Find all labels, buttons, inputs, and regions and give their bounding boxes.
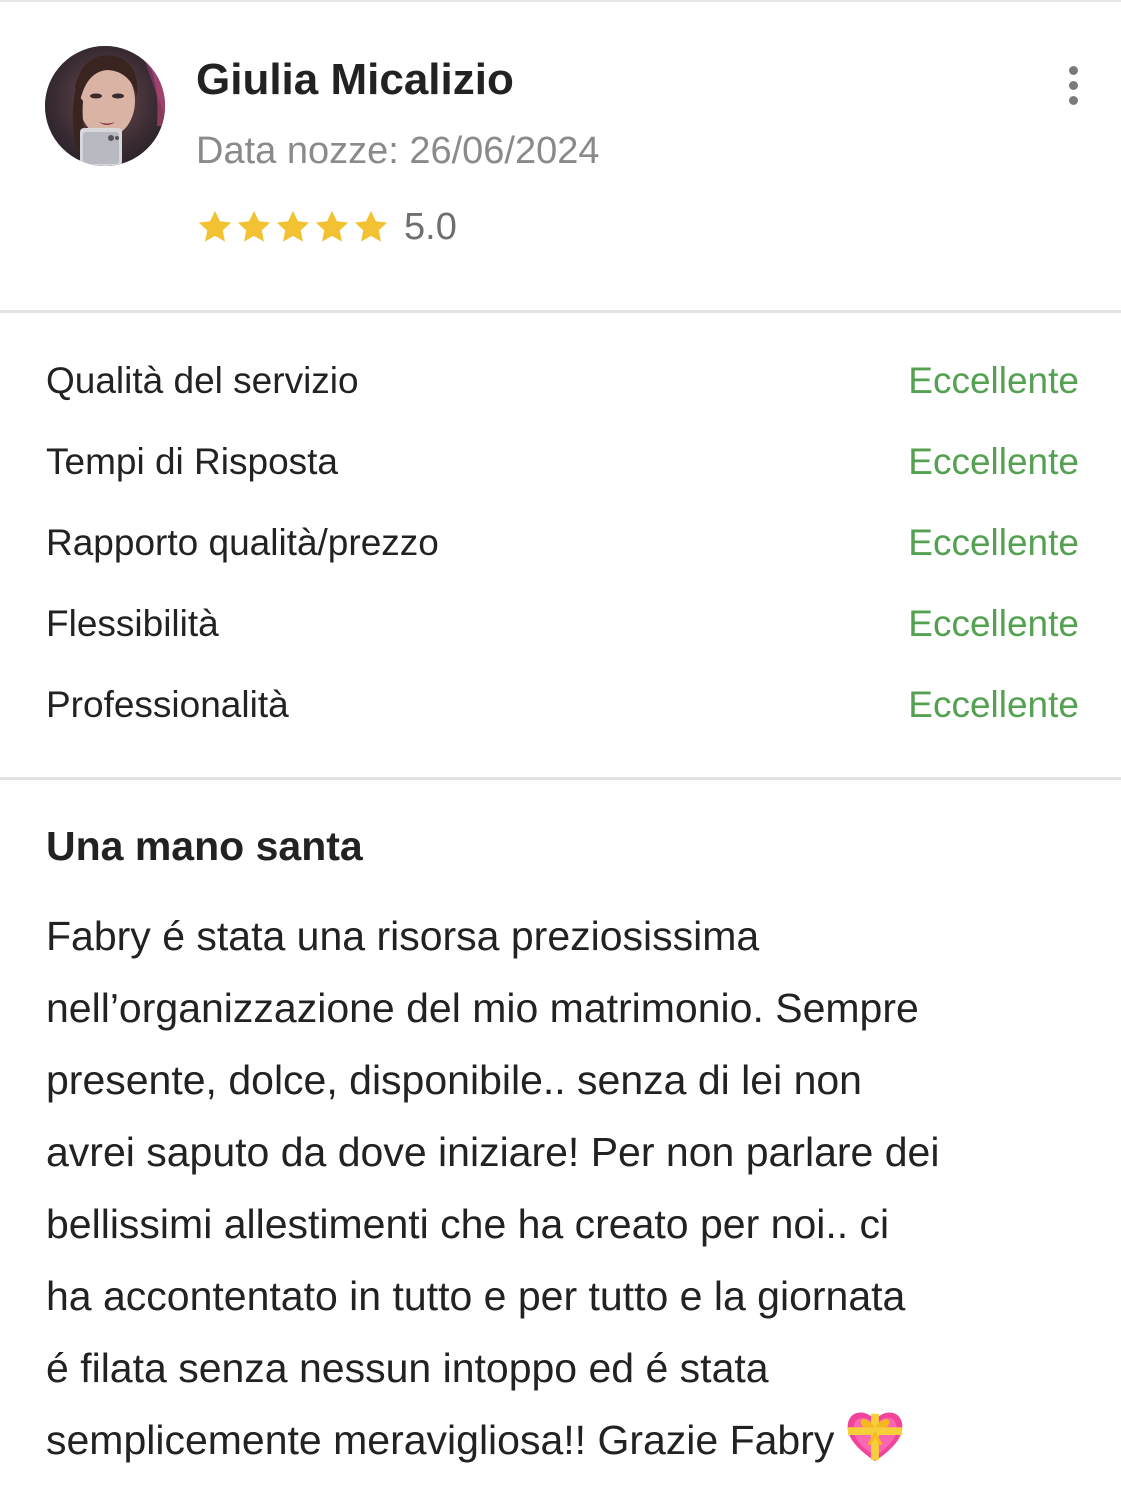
review-line-text: é filata senza nessun intoppo ed é stata — [46, 1345, 769, 1391]
rating-score: Eccellente — [908, 684, 1079, 725]
review-line: bellissimi allestimenti che ha creato pe… — [46, 1188, 1081, 1260]
rating-row: Flessibilità Eccellente — [46, 595, 1079, 676]
more-options-button[interactable] — [1058, 64, 1090, 110]
review-header: Giulia Micalizio Data nozze: 26/06/2024 … — [0, 0, 1121, 312]
review-title: Una mano santa — [46, 823, 363, 869]
rating-label: Tempi di Risposta — [46, 441, 339, 482]
star-icon — [237, 210, 271, 242]
rating-row: Tempi di Risposta Eccellente — [46, 433, 1079, 514]
rating-score: Eccellente — [908, 441, 1079, 482]
review-line-text: semplicemente meravigliosa!! Grazie Fabr… — [46, 1417, 835, 1463]
overall-rating: 5.0 — [196, 203, 457, 251]
rating-row: Rapporto qualità/prezzo Eccellente — [46, 514, 1079, 595]
vertical-ellipsis-icon — [1069, 81, 1078, 90]
section-divider — [0, 777, 1121, 780]
star-rating — [196, 208, 390, 246]
review-line-text: avrei saputo da dove iniziare! Per non p… — [46, 1129, 940, 1175]
rating-value: 5.0 — [404, 205, 457, 248]
rating-score: Eccellente — [908, 360, 1079, 401]
author-name[interactable]: Giulia Micalizio — [196, 55, 514, 105]
category-ratings: Qualità del servizio Eccellente Tempi di R… — [46, 352, 1079, 757]
vertical-ellipsis-icon — [1069, 96, 1078, 105]
rating-row: Qualità del servizio Eccellente — [46, 352, 1079, 433]
star-icon — [315, 210, 349, 242]
rating-score: Eccellente — [908, 603, 1079, 644]
wedding-date: Data nozze: 26/06/2024 — [196, 130, 600, 172]
section-divider — [0, 310, 1121, 313]
review-line: Fabry é stata una risorsa preziosissima — [46, 900, 1081, 972]
review-line-text: bellissimi allestimenti che ha creato pe… — [46, 1201, 890, 1247]
star-icon — [198, 210, 232, 242]
review-line: presente, dolce, disponibile.. senza di … — [46, 1044, 1081, 1116]
review-line-text: Fabry é stata una risorsa preziosissima — [46, 913, 760, 959]
review-body: Fabry é stata una risorsa preziosissima n… — [46, 900, 1081, 1476]
rating-label: Rapporto qualità/prezzo — [46, 522, 439, 563]
review-line: é filata senza nessun intoppo ed é stata — [46, 1332, 1081, 1404]
rating-score: Eccellente — [908, 522, 1079, 563]
review-line-text: ha accontentato in tutto e per tutto e l… — [46, 1273, 906, 1319]
review-line: semplicemente meravigliosa!! Grazie Fabr… — [46, 1404, 1081, 1476]
rating-label: Qualità del servizio — [46, 360, 359, 401]
rating-label: Professionalità — [46, 684, 289, 725]
avatar-photo-icon — [45, 46, 165, 166]
review-line-text: nell’organizzazione del mio matrimonio. … — [46, 985, 919, 1031]
rating-label: Flessibilità — [46, 603, 219, 644]
star-icon — [354, 210, 388, 242]
review-line: nell’organizzazione del mio matrimonio. … — [46, 972, 1081, 1044]
author-avatar[interactable] — [45, 46, 165, 166]
star-icon — [276, 210, 310, 242]
vertical-ellipsis-icon — [1069, 66, 1078, 75]
review-line: ha accontentato in tutto e per tutto e l… — [46, 1260, 1081, 1332]
heart-with-ribbon-icon — [848, 1412, 903, 1462]
review-line: avrei saputo da dove iniziare! Per non p… — [46, 1116, 1081, 1188]
review-line-text: presente, dolce, disponibile.. senza di … — [46, 1057, 862, 1103]
rating-row: Professionalità Eccellente — [46, 676, 1079, 757]
